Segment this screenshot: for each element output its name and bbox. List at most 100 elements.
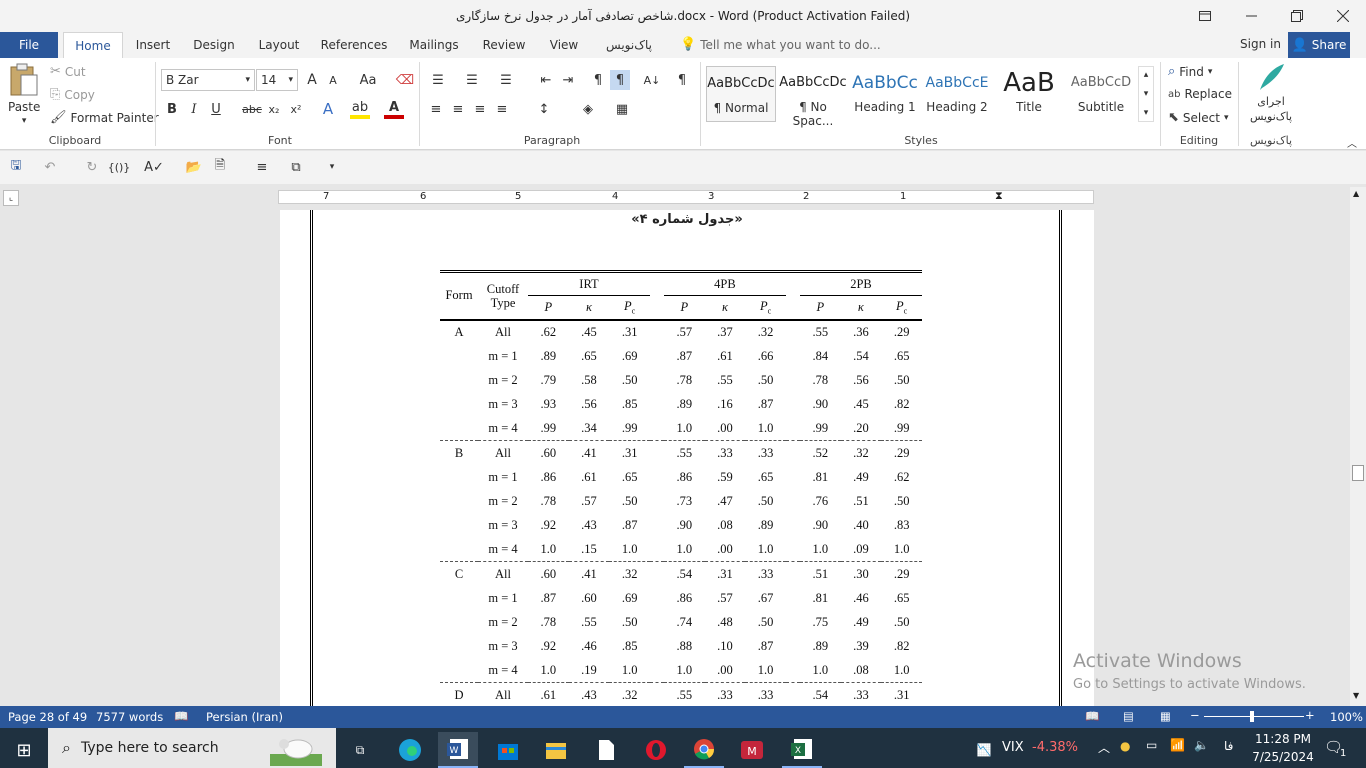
line-spacing-icon[interactable]: ↕ — [534, 99, 554, 119]
style-heading-2[interactable]: AaBbCcE Heading 2 — [922, 66, 992, 122]
volume-icon[interactable]: 🔈 — [1194, 738, 1209, 752]
cut-button[interactable]: ✂ Cut — [50, 64, 86, 79]
restore-button[interactable] — [1274, 0, 1320, 32]
align-center-icon[interactable]: ≡ — [448, 99, 468, 119]
windows-start-icon[interactable]: ⊞ — [4, 732, 44, 768]
zoom-level[interactable]: 100% — [1330, 710, 1363, 724]
increase-indent-icon[interactable]: ⇥ — [558, 70, 578, 90]
style-normal[interactable]: AaBbCcDc ¶ Normal — [706, 66, 776, 122]
text-effects-icon[interactable]: A — [318, 99, 338, 119]
tab-review[interactable]: Review — [477, 32, 531, 58]
redo-icon[interactable]: ↻ — [82, 157, 102, 177]
paste-button[interactable]: Paste ▾ — [8, 62, 40, 126]
wifi-icon[interactable]: 📶 — [1170, 738, 1185, 752]
proofing-icon[interactable]: 📖 — [174, 709, 188, 723]
read-mode-icon[interactable]: 📖 — [1085, 709, 1099, 723]
tab-home[interactable]: Home — [63, 32, 123, 58]
align-right-icon[interactable]: ≡ — [470, 99, 490, 119]
tab-paknevis[interactable]: پاک‌نویس — [598, 32, 660, 58]
sort-icon[interactable]: A↓ — [642, 70, 662, 90]
underline-icon[interactable]: U — [206, 99, 226, 119]
collapse-ribbon-icon[interactable]: ︿ — [1342, 132, 1362, 152]
tell-me-box[interactable]: 💡 Tell me what you want to do... — [680, 37, 881, 52]
style-subtitle[interactable]: AaBbCcD Subtitle — [1066, 66, 1136, 122]
file-explorer-icon[interactable] — [536, 732, 576, 768]
tab-insert[interactable]: Insert — [130, 32, 176, 58]
align-left-icon[interactable]: ≡ — [426, 99, 446, 119]
document-page[interactable]: «جدول شماره ۴» Form Cutoff Type IRT 4PB … — [280, 210, 1094, 706]
chevron-up-icon[interactable]: ︿ — [1098, 739, 1110, 756]
zoom-slider[interactable] — [1204, 716, 1304, 717]
tray-app-icon[interactable]: ● — [1120, 739, 1130, 753]
tab-references[interactable]: References — [316, 32, 392, 58]
scroll-thumb[interactable] — [1352, 465, 1364, 481]
style-heading-1[interactable]: AaBbCc Heading 1 — [850, 66, 920, 122]
save-icon[interactable]: 🖫 — [6, 157, 26, 177]
font-color-icon[interactable]: A — [384, 99, 404, 119]
indent-marker-icon[interactable]: ⧗ — [995, 189, 1003, 203]
layout-icon[interactable]: ⧉ — [286, 157, 306, 177]
format-painter-button[interactable]: 🖌 Format Painter — [50, 110, 159, 125]
ltr-direction-icon[interactable]: ¶ — [588, 70, 608, 90]
shrink-font-button[interactable]: A — [323, 70, 343, 90]
word-count[interactable]: 7577 words — [96, 710, 163, 724]
zoom-in-icon[interactable]: + — [1305, 708, 1315, 722]
shading-icon[interactable]: ◈ — [578, 99, 598, 119]
stock-chart-icon[interactable]: 📉 — [964, 732, 1004, 768]
font-name-box[interactable]: B Zar ▾ — [161, 69, 255, 91]
italic-icon[interactable]: I — [184, 99, 204, 119]
tab-view[interactable]: View — [542, 32, 586, 58]
customize-qat-icon[interactable]: ▾ — [322, 157, 342, 177]
sign-in-link[interactable]: Sign in — [1240, 37, 1281, 51]
close-button[interactable] — [1320, 0, 1366, 32]
task-view-icon[interactable]: ⧉ — [340, 732, 380, 768]
web-layout-icon[interactable]: ▦ — [1160, 709, 1171, 723]
tab-layout[interactable]: Layout — [252, 32, 306, 58]
ribbon-display-options-icon[interactable] — [1182, 0, 1228, 32]
spelling-icon[interactable]: A✓ — [144, 157, 164, 177]
undo-icon[interactable]: ↶ — [40, 157, 60, 177]
decrease-indent-icon[interactable]: ⇤ — [536, 70, 556, 90]
scroll-down-icon[interactable]: ▼ — [1353, 691, 1359, 700]
horizontal-ruler[interactable]: 7 6 5 4 3 2 1 ⧗ — [278, 189, 1094, 204]
multilevel-list-icon[interactable]: ☰ — [496, 70, 516, 90]
find-button[interactable]: ⌕ Find ▾ — [1168, 64, 1212, 79]
borders-icon[interactable]: ▦ — [612, 99, 632, 119]
vertical-scrollbar[interactable]: ▲ ▼ — [1350, 187, 1366, 706]
subscript-icon[interactable]: x₂ — [264, 99, 284, 119]
page-count[interactable]: Page 28 of 49 — [8, 710, 87, 724]
store-icon[interactable] — [488, 732, 528, 768]
tab-mailings[interactable]: Mailings — [403, 32, 465, 58]
app-icon[interactable]: M — [732, 732, 772, 768]
open-folder-icon[interactable]: 📂 — [184, 157, 204, 177]
align-icon[interactable]: ≡ — [252, 157, 272, 177]
show-marks-icon[interactable]: ¶ — [672, 70, 692, 90]
word-taskbar-icon[interactable]: W — [438, 732, 478, 768]
copy-button[interactable]: ⎘ Copy — [50, 87, 95, 102]
opera-icon[interactable] — [636, 732, 676, 768]
grow-font-button[interactable]: A — [302, 70, 322, 90]
input-language[interactable]: فا — [1224, 739, 1233, 753]
excel-icon[interactable]: X — [782, 732, 822, 768]
numbering-icon[interactable]: ☰ — [462, 70, 482, 90]
tab-design[interactable]: Design — [186, 32, 242, 58]
print-preview-icon[interactable]: 🗎 — [210, 157, 230, 177]
edge-icon[interactable] — [390, 732, 430, 768]
share-button[interactable]: 👤 Share — [1288, 32, 1350, 58]
tab-selector-icon[interactable]: ⌞ — [3, 190, 19, 206]
document-icon[interactable] — [586, 732, 626, 768]
zoom-out-icon[interactable]: − — [1190, 708, 1200, 722]
replace-button[interactable]: ab Replace — [1168, 87, 1232, 101]
battery-icon[interactable]: ▭ — [1146, 738, 1157, 752]
paknevis-run-button[interactable]: اجرای پاک‌نویس — [1242, 62, 1300, 124]
select-button[interactable]: ⬉ Select ▾ — [1168, 110, 1228, 125]
highlight-icon[interactable]: ab — [350, 99, 370, 119]
change-case-button[interactable]: Aa — [354, 70, 382, 90]
style-no-spacing[interactable]: AaBbCcDc ¶ No Spac... — [778, 66, 848, 128]
print-layout-icon[interactable]: ▤ — [1123, 709, 1134, 723]
superscript-icon[interactable]: x² — [286, 99, 306, 119]
chrome-icon[interactable] — [684, 732, 724, 768]
taskbar-search-box[interactable]: ⌕ Type here to search — [48, 728, 336, 768]
language-indicator[interactable]: Persian (Iran) — [206, 710, 283, 724]
equation-icon[interactable]: {()} — [106, 157, 132, 177]
